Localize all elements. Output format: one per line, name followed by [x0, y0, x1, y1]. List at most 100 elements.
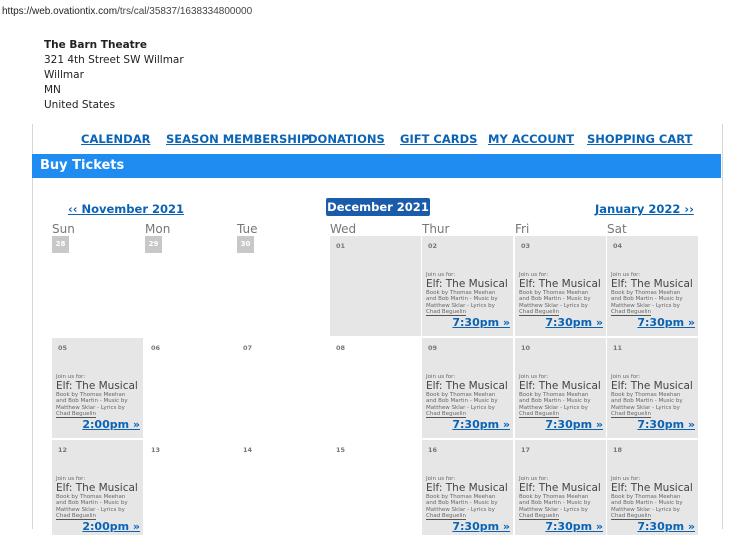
event-credit-text: Chad Beguelin: [611, 308, 651, 316]
event-credit-line: Chad Beguelin: [611, 410, 695, 418]
day-number: 11: [613, 344, 623, 352]
event-title: Elf: The Musical: [519, 482, 601, 494]
weekday-label: Wed: [330, 222, 357, 236]
weekday-label: Sun: [52, 222, 75, 236]
event-listing: Join us for: Elf: The Musical Book by Thom…: [519, 476, 603, 533]
buy-tickets-title: Buy Tickets: [40, 158, 125, 173]
event-credits: Book by Thomas Meehan and Bob Martin - Mu…: [426, 290, 510, 316]
calendar-day: 29: [145, 236, 236, 336]
calendar-day: 12 Join us for: Elf: The Musical Book by Th…: [52, 440, 143, 535]
event-title: Elf: The Musical: [519, 278, 601, 290]
showtime-link[interactable]: 7:30pm »: [611, 520, 695, 533]
event-credit-line: and Bob Martin - Music by: [56, 500, 128, 507]
calendar-day: 10 Join us for: Elf: The Musical Book by Th…: [515, 338, 606, 438]
event-credits: Book by Thomas Meehan and Bob Martin - Mu…: [611, 290, 695, 316]
nav-my-account[interactable]: MY ACCOUNT: [488, 132, 574, 146]
showtime-link[interactable]: 7:30pm »: [519, 316, 603, 329]
month-select[interactable]: December 2021 ⌄: [326, 198, 430, 232]
weekday-label: Mon: [145, 222, 171, 236]
event-credit-line: Chad Beguelin: [519, 308, 603, 316]
event-credit-line: and Bob Martin - Music by: [426, 398, 498, 405]
prev-month-link[interactable]: ‹‹ November 2021: [68, 202, 184, 216]
calendar-day: 09 Join us for: Elf: The Musical Book by Th…: [422, 338, 513, 438]
nav-shopping-cart[interactable]: SHOPPING CART: [587, 132, 692, 146]
nav-calendar[interactable]: CALENDAR: [81, 132, 150, 146]
prev-month-day: 29: [145, 236, 162, 253]
event-title: Elf: The Musical: [56, 380, 138, 392]
calendar-day: 17 Join us for: Elf: The Musical Book by Th…: [515, 440, 606, 535]
event-credits: Book by Thomas Meehan and Bob Martin - Mu…: [519, 494, 603, 520]
calendar-day: 28: [52, 236, 143, 336]
venue-info: The Barn Theatre 321 4th Street SW Willm…: [44, 38, 184, 113]
event-listing: Join us for: Elf: The Musical Book by Thom…: [611, 272, 695, 329]
calendar-day: 07: [237, 338, 328, 438]
event-title: Elf: The Musical: [519, 380, 601, 392]
event-listing: Join us for: Elf: The Musical Book by Thom…: [519, 374, 603, 431]
nav-gift-cards[interactable]: GIFT CARDS: [400, 132, 477, 146]
venue-address: 321 4th Street SW Willmar: [44, 54, 184, 66]
event-credit-line: Chad Beguelin: [56, 410, 140, 418]
event-credit-line: and Bob Martin - Music by: [426, 296, 498, 303]
event-credit-text: Chad Beguelin: [519, 410, 559, 418]
event-title: Elf: The Musical: [426, 482, 508, 494]
day-number: 16: [428, 446, 438, 454]
event-credit-text: Chad Beguelin: [426, 512, 466, 520]
calendar-day: 06: [145, 338, 236, 438]
event-credit-line: and Bob Martin - Music by: [519, 500, 591, 507]
address-bar[interactable]: https://web.ovationtix.com/trs/cal/35837…: [2, 6, 252, 17]
weekday-label: Sat: [607, 222, 627, 236]
day-number: 01: [336, 242, 346, 250]
event-credit-line: Chad Beguelin: [56, 512, 140, 520]
event-listing: Join us for: Elf: The Musical Book by Thom…: [56, 476, 140, 533]
event-listing: Join us for: Elf: The Musical Book by Thom…: [519, 272, 603, 329]
event-credit-line: and Bob Martin - Music by: [56, 398, 128, 405]
showtime-link[interactable]: 7:30pm »: [611, 418, 695, 431]
event-title: Elf: The Musical: [611, 380, 693, 392]
showtime-link[interactable]: 2:00pm »: [56, 418, 140, 431]
calendar-day: 02 Join us for: Elf: The Musical Book by Th…: [422, 236, 513, 336]
showtime-link[interactable]: 7:30pm »: [426, 418, 510, 431]
event-listing: Join us for: Elf: The Musical Book by Thom…: [56, 374, 140, 431]
event-credit-line: and Bob Martin - Music by: [519, 398, 591, 405]
event-title: Elf: The Musical: [426, 380, 508, 392]
nav-donations[interactable]: DONATIONS: [308, 132, 385, 146]
event-credits: Book by Thomas Meehan and Bob Martin - Mu…: [519, 290, 603, 316]
event-credit-text: Chad Beguelin: [519, 308, 559, 316]
event-credits: Book by Thomas Meehan and Bob Martin - Mu…: [56, 494, 140, 520]
showtime-link[interactable]: 7:30pm »: [519, 418, 603, 431]
event-credits: Book by Thomas Meehan and Bob Martin - Mu…: [426, 392, 510, 418]
event-credit-line: Chad Beguelin: [426, 308, 510, 316]
showtime-link[interactable]: 7:30pm »: [519, 520, 603, 533]
event-title: Elf: The Musical: [56, 482, 138, 494]
calendar-day: 08: [330, 338, 421, 438]
event-credit-text: Chad Beguelin: [56, 512, 96, 520]
calendar-day: 18 Join us for: Elf: The Musical Book by Th…: [607, 440, 698, 535]
url-path: /trs/cal/35837/1638334800000: [117, 6, 253, 17]
day-number: 14: [243, 446, 253, 454]
nav-season-membership[interactable]: SEASON MEMBERSHIP: [166, 132, 310, 146]
calendar-day: 30: [237, 236, 328, 336]
venue-city: Willmar: [44, 69, 84, 81]
showtime-link[interactable]: 2:00pm »: [56, 520, 140, 533]
calendar-day: 13: [145, 440, 236, 535]
event-credit-text: Chad Beguelin: [56, 410, 96, 418]
event-credit-text: Chad Beguelin: [519, 512, 559, 520]
event-credit-line: and Bob Martin - Music by: [611, 398, 683, 405]
event-listing: Join us for: Elf: The Musical Book by Thom…: [611, 476, 695, 533]
weekday-label: Tue: [237, 222, 258, 236]
day-number: 05: [58, 344, 68, 352]
showtime-link[interactable]: 7:30pm »: [426, 520, 510, 533]
venue-name: The Barn Theatre: [44, 39, 147, 51]
next-month-link[interactable]: January 2022 ››: [595, 202, 694, 216]
url-host: https://web.ovationtix.com: [2, 6, 118, 17]
day-number: 10: [521, 344, 531, 352]
event-credit-line: Chad Beguelin: [426, 410, 510, 418]
event-credits: Book by Thomas Meehan and Bob Martin - Mu…: [56, 392, 140, 418]
event-credits: Book by Thomas Meehan and Bob Martin - Mu…: [611, 494, 695, 520]
calendar-day: 11 Join us for: Elf: The Musical Book by Th…: [607, 338, 698, 438]
showtime-link[interactable]: 7:30pm »: [426, 316, 510, 329]
day-number: 18: [613, 446, 623, 454]
showtime-link[interactable]: 7:30pm »: [611, 316, 695, 329]
day-number: 09: [428, 344, 438, 352]
event-listing: Join us for: Elf: The Musical Book by Thom…: [426, 272, 510, 329]
